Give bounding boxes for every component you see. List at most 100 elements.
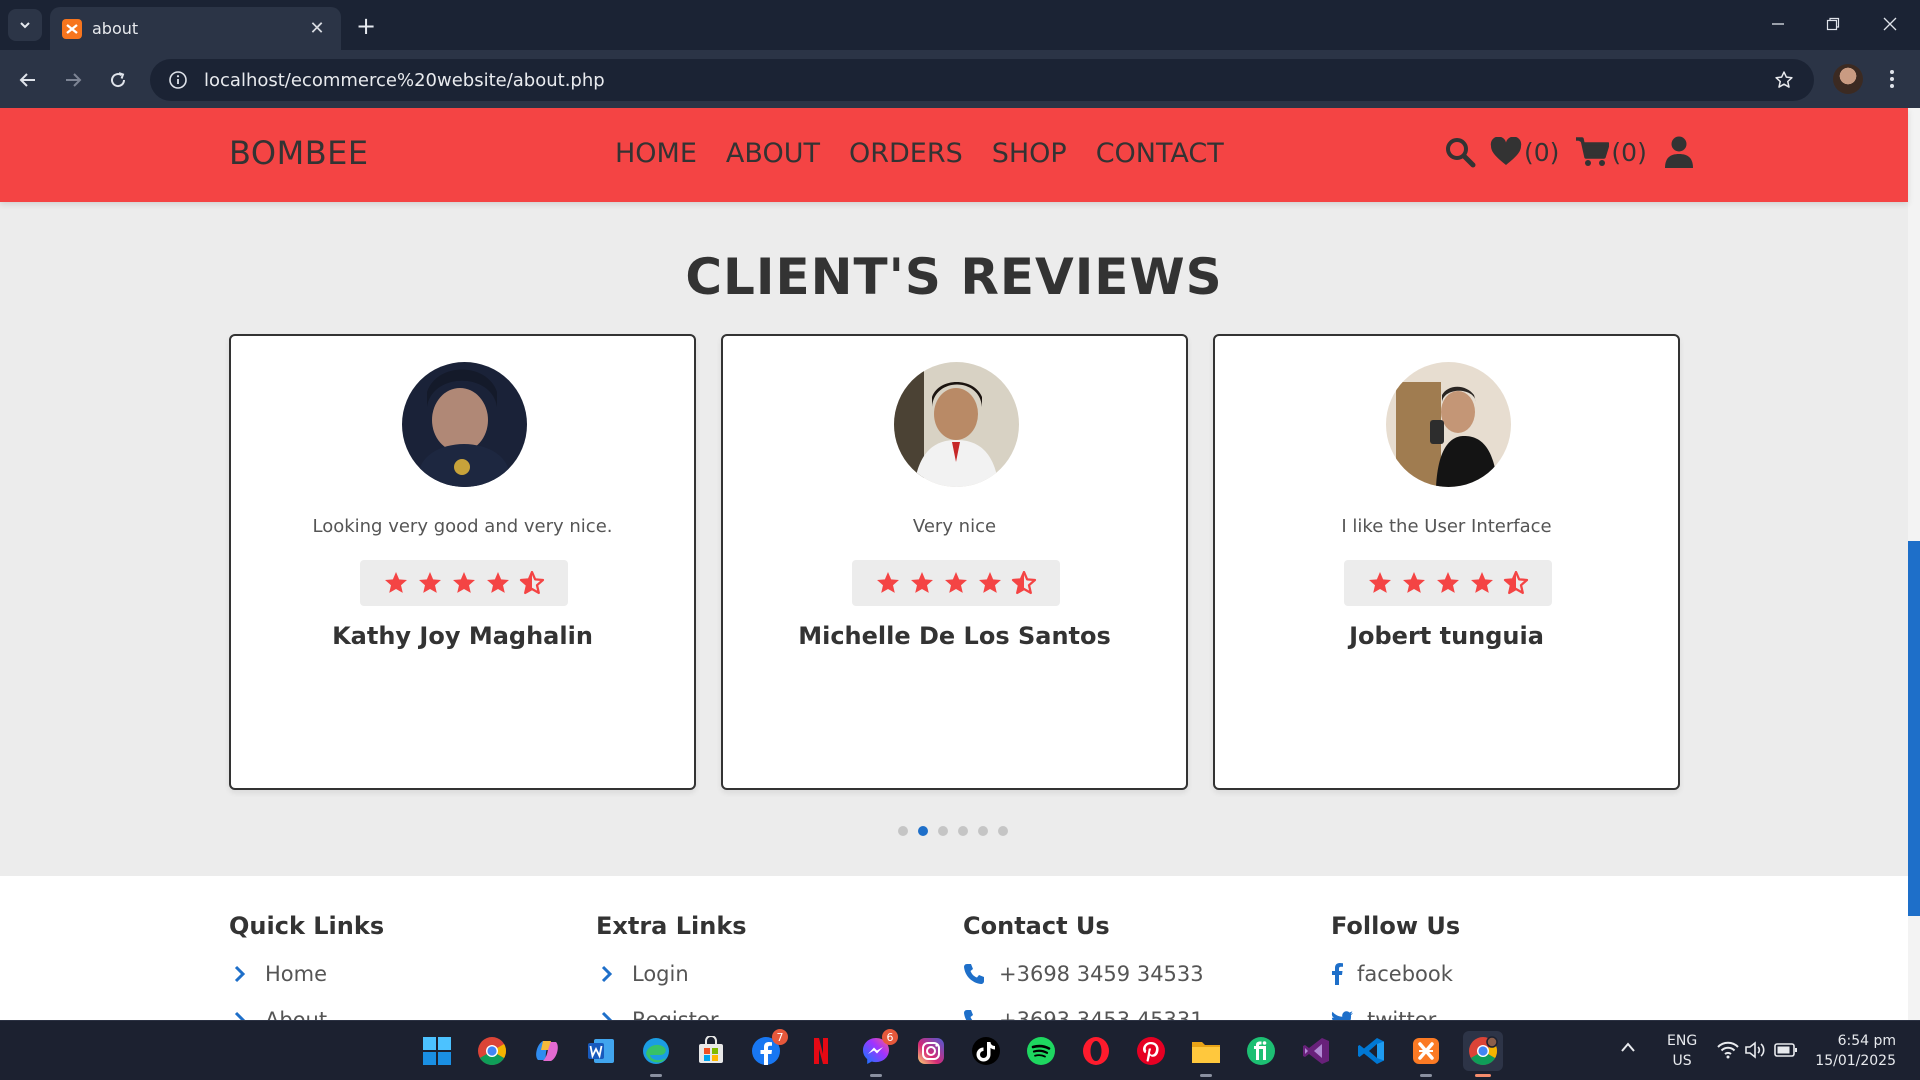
clock[interactable]: 6:54 pm 15/01/2025 (1814, 1031, 1896, 1071)
review-text: I like the User Interface (1341, 516, 1552, 537)
brand-logo[interactable]: BOMBEE (229, 134, 369, 172)
vscode-icon[interactable] (1351, 1031, 1391, 1071)
chevron-right-icon (596, 965, 618, 983)
restore-button[interactable] (1811, 8, 1855, 40)
windows-start-icon[interactable] (417, 1031, 457, 1071)
user-icon[interactable] (1664, 136, 1693, 168)
pagination-dot[interactable] (898, 826, 908, 836)
nav-home[interactable]: HOME (615, 138, 697, 169)
microsoft-store-icon[interactable] (691, 1031, 731, 1071)
tab-close-icon[interactable]: ✕ (305, 18, 329, 39)
xampp-favicon-icon (62, 18, 82, 39)
reviewer-name: Michelle De Los Santos (798, 622, 1111, 650)
tab-title: about (92, 19, 139, 38)
web-page: BOMBEE HOME ABOUT ORDERS SHOP CONTACT (0… (0, 108, 1920, 1020)
search-icon[interactable] (1444, 136, 1476, 168)
battery-icon[interactable] (1774, 1042, 1798, 1062)
edge-icon[interactable] (636, 1031, 676, 1077)
tab-search-menu-button[interactable] (8, 9, 42, 41)
star-icon (487, 572, 509, 593)
new-tab-button[interactable]: + (352, 12, 380, 40)
footer-quick-links-title: Quick Links (229, 912, 385, 940)
reload-icon (111, 72, 126, 88)
opera-icon[interactable] (1076, 1031, 1116, 1071)
copilot-icon[interactable] (527, 1031, 567, 1071)
pagination-dot[interactable] (998, 826, 1008, 836)
nav-contact[interactable]: CONTACT (1096, 138, 1224, 169)
pagination-dot[interactable] (958, 826, 968, 836)
footer-extra-links-title: Extra Links (596, 912, 747, 940)
spotify-icon[interactable] (1021, 1031, 1061, 1071)
file-explorer-icon[interactable] (1186, 1031, 1226, 1077)
star-icon (945, 572, 967, 593)
cart-count: (0) (1611, 137, 1647, 167)
chevron-right-icon (229, 1011, 251, 1020)
footer-link-twitter[interactable]: twitter (1331, 1008, 1436, 1020)
site-info-icon[interactable] (166, 68, 190, 92)
scrollbar-thumb[interactable] (1908, 541, 1920, 916)
reviewer-name: Jobert tunguia (1349, 622, 1544, 650)
chrome-icon[interactable] (472, 1031, 512, 1071)
browser-menu-icon[interactable] (1880, 64, 1904, 94)
review-card: I like the User Interface Jobert tunguia (1213, 334, 1680, 790)
nav-shop[interactable]: SHOP (992, 138, 1067, 169)
browser-tab-bar: about ✕ + (0, 0, 1920, 50)
chrome-profile-icon[interactable] (1463, 1031, 1503, 1077)
minimize-button[interactable] (1756, 8, 1800, 40)
pagination-dot[interactable] (938, 826, 948, 836)
xampp-icon[interactable] (1406, 1031, 1446, 1077)
wifi-icon[interactable] (1717, 1041, 1739, 1063)
nav-about[interactable]: ABOUT (726, 138, 820, 169)
scrollbar-track[interactable] (1908, 108, 1920, 1020)
site-footer: Quick Links Home About Extra Links Login… (0, 876, 1908, 1020)
chevron-down-icon (20, 22, 30, 29)
back-button[interactable] (11, 63, 45, 97)
forward-button[interactable] (56, 63, 90, 97)
footer-phone-2[interactable]: +3693 3453 45331 (963, 1008, 1204, 1020)
show-hidden-icons-button[interactable] (1620, 1039, 1636, 1057)
star-icon (979, 572, 1001, 593)
netflix-icon[interactable] (801, 1031, 841, 1071)
url-text: localhost/ecommerce%20website/about.php (204, 69, 605, 91)
reviewer-name: Kathy Joy Maghalin (332, 622, 593, 650)
facebook-notification-badge: 7 (772, 1029, 788, 1045)
footer-link-login[interactable]: Login (596, 962, 689, 986)
footer-link-about[interactable]: About (229, 1008, 327, 1020)
browser-tab-about[interactable]: about ✕ (50, 7, 341, 50)
language-indicator[interactable]: ENG US (1667, 1031, 1697, 1071)
pinterest-icon[interactable] (1131, 1031, 1171, 1071)
tiktok-icon[interactable] (966, 1031, 1006, 1071)
footer-link-home[interactable]: Home (229, 962, 327, 986)
pagination-dot-active[interactable] (918, 826, 928, 836)
arrow-right-icon (66, 73, 82, 87)
address-bar[interactable]: localhost/ecommerce%20website/about.php (150, 59, 1814, 101)
review-text: Looking very good and very nice. (312, 516, 613, 537)
footer-link-register[interactable]: Register (596, 1008, 718, 1020)
footer-link-facebook[interactable]: facebook (1331, 962, 1453, 986)
nav-orders[interactable]: ORDERS (849, 138, 963, 169)
instagram-icon[interactable] (911, 1031, 951, 1071)
messenger-icon[interactable]: 6 (856, 1029, 898, 1077)
pagination-dot[interactable] (978, 826, 988, 836)
facebook-app-icon[interactable]: 7 (746, 1029, 788, 1071)
star-half-icon (519, 571, 545, 595)
wishlist-count: (0) (1524, 137, 1560, 167)
facebook-icon (1331, 963, 1343, 985)
volume-icon[interactable] (1745, 1041, 1767, 1063)
cart-icon (1576, 137, 1610, 166)
chevron-right-icon (229, 965, 251, 983)
windows-taskbar: 7 6 ENG US 6:54 pm 15/01/2025 (0, 1020, 1920, 1080)
browser-toolbar: localhost/ecommerce%20website/about.php (0, 50, 1920, 108)
cart-link[interactable]: (0) (1575, 136, 1647, 168)
word-icon[interactable] (581, 1031, 621, 1071)
fiverr-icon[interactable] (1241, 1031, 1281, 1071)
close-window-button[interactable] (1868, 8, 1912, 40)
bookmark-star-icon[interactable] (1770, 66, 1798, 94)
visual-studio-icon[interactable] (1296, 1031, 1336, 1071)
reload-button[interactable] (101, 63, 135, 97)
reviewer-avatar (402, 362, 527, 487)
wishlist-link[interactable]: (0) (1490, 137, 1559, 167)
profile-avatar[interactable] (1833, 64, 1863, 94)
star-icon (877, 572, 899, 593)
footer-phone-1[interactable]: +3698 3459 34533 (963, 962, 1204, 986)
